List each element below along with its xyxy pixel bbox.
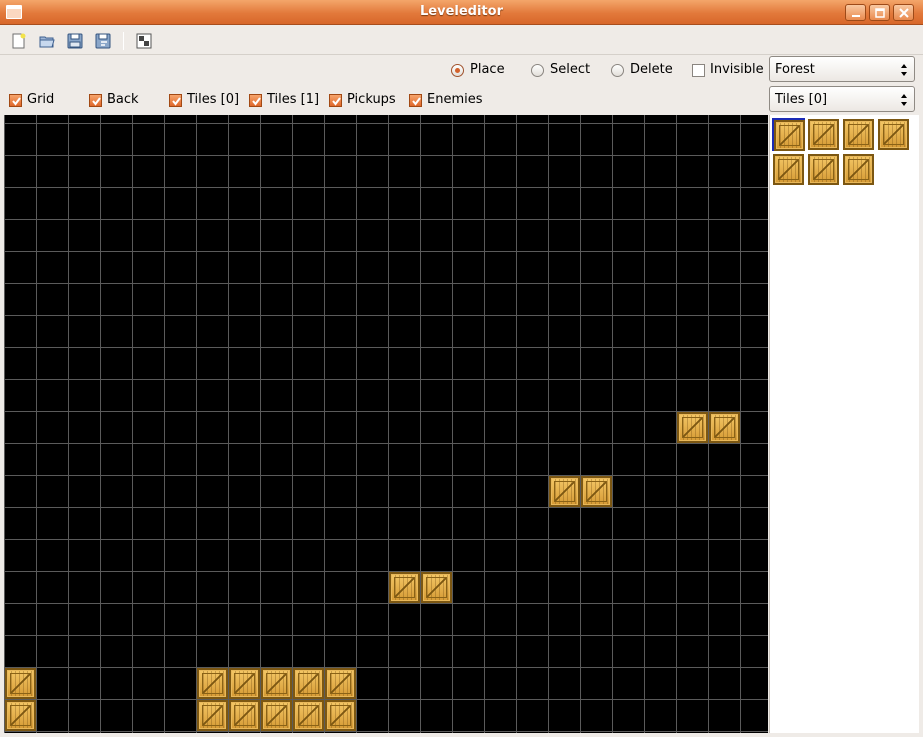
level-tile[interactable] (229, 668, 260, 699)
level-tile[interactable] (677, 412, 708, 443)
mode-delete-label: Delete (630, 62, 673, 77)
level-tile[interactable] (421, 572, 452, 603)
level-tile[interactable] (5, 700, 36, 731)
crate-tile-image (808, 154, 839, 185)
level-canvas[interactable] (4, 115, 768, 733)
close-icon (899, 8, 909, 18)
theme-select[interactable]: Forest (769, 56, 915, 82)
radio-indicator (531, 64, 544, 77)
level-tile[interactable] (197, 700, 228, 731)
mode-place-label: Place (470, 62, 505, 77)
check-icon (252, 97, 261, 106)
level-tile[interactable] (581, 476, 612, 507)
window-title: Leveleditor (420, 4, 503, 19)
layer-select-value: Tiles [0] (775, 92, 828, 107)
checkbox-box (9, 94, 22, 107)
toolbar-separator (123, 32, 124, 50)
check-icon (412, 97, 421, 106)
mode-select-label: Select (550, 62, 591, 77)
crate-tile-image (774, 120, 805, 151)
save-as-button[interactable] (92, 30, 114, 52)
layer-grid-label: Grid (27, 92, 55, 107)
preview-button[interactable] (133, 30, 155, 52)
tile-palette (769, 115, 919, 733)
checkbox-box (249, 94, 262, 107)
level-tile[interactable] (325, 668, 356, 699)
checkbox-box (89, 94, 102, 107)
level-tile[interactable] (709, 412, 740, 443)
level-tile[interactable] (5, 668, 36, 699)
level-tile[interactable] (261, 700, 292, 731)
save-as-icon (95, 33, 111, 49)
palette-tile[interactable] (842, 153, 875, 186)
crate-tile-image (843, 119, 874, 150)
level-tile[interactable] (293, 700, 324, 731)
level-tile[interactable] (293, 668, 324, 699)
check-icon (12, 97, 21, 106)
layer-pickups-label: Pickups (347, 92, 396, 107)
crate-tile-image (878, 119, 909, 150)
minimize-icon (852, 15, 860, 17)
palette-tile[interactable] (877, 118, 910, 151)
checkbox-box (692, 64, 705, 77)
level-tile[interactable] (389, 572, 420, 603)
maximize-icon (875, 8, 885, 18)
palette-tile[interactable] (842, 118, 875, 151)
open-folder-icon (39, 36, 55, 48)
palette-tile[interactable] (772, 153, 805, 186)
layer-tiles0-label: Tiles [0] (187, 92, 240, 107)
toolbar (0, 26, 923, 55)
layer-enemies-label: Enemies (427, 92, 483, 107)
layer-select[interactable]: Tiles [0] (769, 86, 915, 112)
save-icon (67, 33, 83, 49)
radio-indicator (611, 64, 624, 77)
check-icon (332, 97, 341, 106)
check-icon (92, 97, 101, 106)
layer-back-label: Back (107, 92, 139, 107)
palette-tile[interactable] (807, 118, 840, 151)
open-button[interactable] (36, 30, 58, 52)
check-icon (172, 97, 181, 106)
preview-icon (136, 33, 152, 49)
level-tile[interactable] (197, 668, 228, 699)
crate-tile-image (773, 154, 804, 185)
level-tile[interactable] (325, 700, 356, 731)
layer-tiles1-label: Tiles [1] (267, 92, 320, 107)
level-tile[interactable] (549, 476, 580, 507)
new-button[interactable] (8, 30, 30, 52)
radio-indicator (451, 64, 464, 77)
title-bar[interactable]: Leveleditor (0, 0, 923, 25)
palette-tile[interactable] (807, 153, 840, 186)
save-button[interactable] (64, 30, 86, 52)
theme-select-value: Forest (775, 62, 815, 77)
spinner-arrows-icon (901, 94, 907, 106)
checkbox-box (169, 94, 182, 107)
palette-tile[interactable] (772, 118, 805, 151)
spinner-arrows-icon (901, 64, 907, 76)
minimize-button[interactable] (845, 4, 866, 21)
crate-tile-image (843, 154, 874, 185)
level-tile[interactable] (229, 700, 260, 731)
new-file-icon (12, 33, 26, 49)
checkbox-box (409, 94, 422, 107)
level-tile[interactable] (261, 668, 292, 699)
maximize-button[interactable] (869, 4, 890, 21)
crate-tile-image (808, 119, 839, 150)
invisible-label: Invisible (710, 62, 764, 77)
checkbox-box (329, 94, 342, 107)
close-button[interactable] (893, 4, 914, 21)
